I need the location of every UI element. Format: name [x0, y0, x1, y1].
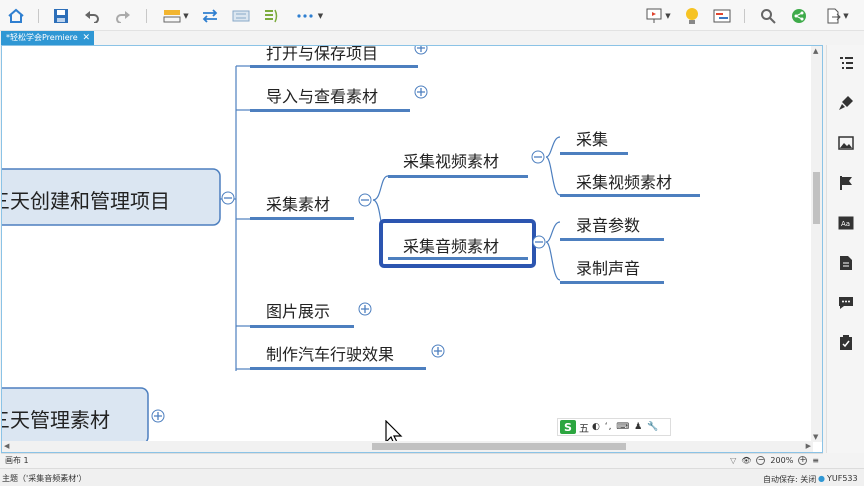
- export-icon[interactable]: ▼: [819, 4, 855, 27]
- idea-icon[interactable]: [681, 4, 703, 27]
- task-icon[interactable]: [837, 334, 855, 352]
- main-topic-create-manage[interactable]: 三天创建和管理项目: [2, 185, 170, 214]
- comment-icon[interactable]: [837, 294, 855, 312]
- sheet-tab[interactable]: 画布 1: [5, 455, 29, 466]
- text-style-icon[interactable]: Aa: [837, 214, 855, 232]
- format-brush-icon[interactable]: [837, 94, 855, 112]
- vertical-scroll-thumb[interactable]: [813, 172, 820, 224]
- outline-icon[interactable]: [837, 54, 855, 72]
- eye-icon[interactable]: 👁: [741, 456, 751, 465]
- main-topic-manage-material[interactable]: 三天管理素材: [2, 404, 110, 433]
- document-tab[interactable]: *轻松学会Premiere ✕: [1, 31, 94, 45]
- filter-icon[interactable]: ▽: [730, 456, 736, 465]
- topic-record-params[interactable]: 录音参数: [576, 212, 640, 236]
- document-tabbar: *轻松学会Premiere ✕: [0, 31, 864, 45]
- topic-import-view[interactable]: 导入与查看素材: [266, 83, 378, 107]
- mindmap-canvas[interactable]: 打开与保存项目 导入与查看素材 三天创建和管理项目 采集素材 采集视频素材 采集…: [1, 45, 823, 453]
- ime-mode[interactable]: 五: [579, 420, 589, 435]
- svg-text:Aa: Aa: [841, 220, 850, 228]
- ime-toolbar[interactable]: S 五 ◐ ʻ, ⌨ ♟ 🔧: [557, 418, 671, 436]
- share-icon[interactable]: [788, 4, 810, 27]
- image-icon[interactable]: [837, 134, 855, 152]
- horizontal-scrollbar[interactable]: ◀ ▶: [2, 441, 813, 452]
- fit-icon[interactable]: ≡: [812, 456, 819, 465]
- flag-icon[interactable]: [837, 174, 855, 192]
- zoom-controls: ▽ 👁 − 200% + ≡: [730, 454, 819, 466]
- zoom-out-button[interactable]: −: [756, 455, 766, 465]
- gantt-icon[interactable]: [711, 4, 733, 27]
- canvas-bar: 画布 1 ▽ 👁 − 200% + ≡: [1, 453, 823, 466]
- autosave-status[interactable]: 自动保存: 关闭: [763, 474, 816, 485]
- topic-car-effect[interactable]: 制作汽车行驶效果: [266, 341, 394, 365]
- undo-icon[interactable]: [81, 4, 103, 27]
- ime-tools[interactable]: ◐ ʻ, ⌨ ♟ 🔧: [592, 422, 659, 432]
- home-icon[interactable]: [5, 4, 27, 27]
- main-toolbar: ▼ ▼ ▼ ▼: [0, 0, 864, 31]
- horizontal-scroll-thumb[interactable]: [372, 443, 626, 450]
- user-icon: ●: [818, 474, 825, 483]
- topic-open-save[interactable]: 打开与保存项目: [266, 46, 378, 64]
- topic-record-sound[interactable]: 录制声音: [576, 255, 640, 279]
- zoom-level[interactable]: 200%: [770, 456, 793, 465]
- status-topic: 主题（'采集音频素材'）: [2, 474, 87, 483]
- summary-icon[interactable]: [261, 4, 283, 27]
- topic-picture-show[interactable]: 图片展示: [266, 298, 330, 322]
- topic-collect-video-material[interactable]: 采集视频素材: [576, 169, 672, 193]
- redo-icon[interactable]: [112, 4, 134, 27]
- status-bar: 主题（'采集音频素材'） 自动保存: 关闭 ● YUF533: [0, 468, 864, 486]
- tab-close-icon[interactable]: ✕: [82, 31, 90, 45]
- boundary-icon[interactable]: [230, 4, 252, 27]
- vertical-scrollbar[interactable]: ▲ ▼: [811, 46, 822, 442]
- right-side-panel: Aa: [826, 45, 864, 453]
- document-tab-title: *轻松学会Premiere: [6, 33, 78, 42]
- topic-collect-audio[interactable]: 采集音频素材: [403, 233, 499, 257]
- relationship-icon[interactable]: [199, 4, 221, 27]
- save-icon[interactable]: [50, 4, 72, 27]
- ime-logo-icon[interactable]: S: [560, 420, 576, 434]
- notes-icon[interactable]: [837, 254, 855, 272]
- user-name: YUF533: [826, 474, 858, 483]
- topic-collect[interactable]: 采集: [576, 126, 608, 150]
- topic-collect-material[interactable]: 采集素材: [266, 191, 330, 215]
- mindmap-app: ▼ ▼ ▼ ▼ *轻松学会Premiere ✕ 打开与保存项目 导入与查看素材 …: [0, 0, 864, 486]
- presentation-icon[interactable]: ▼: [640, 4, 676, 27]
- topic-style-icon[interactable]: ▼: [159, 4, 193, 27]
- search-icon[interactable]: [757, 4, 779, 27]
- topic-collect-video[interactable]: 采集视频素材: [403, 148, 499, 172]
- user-info[interactable]: ● YUF533: [818, 474, 858, 483]
- more-icon[interactable]: ▼: [292, 4, 328, 27]
- zoom-in-button[interactable]: +: [798, 455, 808, 465]
